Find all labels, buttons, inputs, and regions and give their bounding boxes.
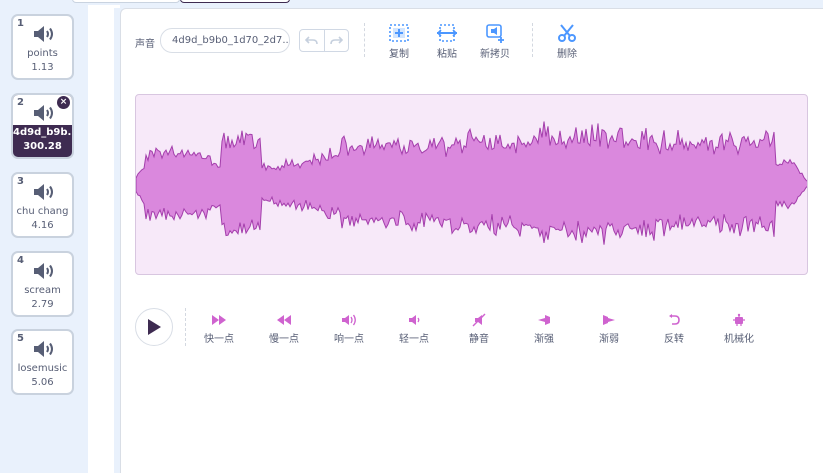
sound-name: chu chang xyxy=(16,206,69,217)
effect-louder-button[interactable]: 响一点 xyxy=(323,313,375,345)
effect-fade-out-label: 渐弱 xyxy=(599,334,619,345)
effects-divider xyxy=(185,308,186,346)
effect-faster-label: 快一点 xyxy=(204,334,234,345)
copy-label: 复制 xyxy=(389,49,409,60)
effect-fade-in-label: 渐强 xyxy=(534,334,554,345)
volume-down-icon xyxy=(409,315,420,325)
sound-tile-scream[interactable]: 4 scream 2.79 xyxy=(11,251,74,317)
effect-robot-label: 机械化 xyxy=(724,334,754,345)
effect-slower-button[interactable]: 慢一点 xyxy=(258,313,310,345)
effect-mute-button[interactable]: 静音 xyxy=(453,313,505,345)
delete-label: 删除 xyxy=(557,49,577,60)
undo-redo-group xyxy=(299,29,349,52)
speaker-icon xyxy=(34,26,53,42)
tab-strip xyxy=(0,0,823,5)
sound-index: 2 xyxy=(17,97,24,108)
copy-to-new-label: 新拷贝 xyxy=(480,49,510,60)
copy-to-new-icon xyxy=(486,24,504,43)
effect-softer-button[interactable]: 轻一点 xyxy=(388,313,440,345)
effect-fade-out-button[interactable]: 渐弱 xyxy=(583,313,635,345)
effect-slower-label: 慢一点 xyxy=(269,334,299,345)
rewind-icon xyxy=(277,315,291,325)
undo-icon xyxy=(305,35,319,44)
sound-name-label: 声音 xyxy=(135,39,155,50)
play-icon xyxy=(148,319,161,335)
sound-name: scream xyxy=(24,285,61,296)
sound-index: 4 xyxy=(17,255,24,266)
paste-label: 粘贴 xyxy=(437,49,457,60)
copy-button[interactable]: 复制 xyxy=(377,23,421,60)
scissors-icon xyxy=(558,24,576,42)
sound-duration: 4.16 xyxy=(31,220,54,231)
effect-fade-in-button[interactable]: 渐强 xyxy=(518,313,570,345)
effect-reverse-button[interactable]: 反转 xyxy=(648,313,700,345)
waveform-area[interactable] xyxy=(135,94,808,275)
sound-name: 4d9d_b9b... xyxy=(13,127,72,138)
sound-duration: 5.06 xyxy=(31,377,54,388)
volume-up-icon xyxy=(342,314,356,326)
speaker-icon xyxy=(34,184,53,200)
effect-reverse-label: 反转 xyxy=(664,334,684,345)
sound-tile-points[interactable]: 1 points 1.13 xyxy=(11,14,74,80)
sound-index: 1 xyxy=(17,18,24,29)
mute-icon xyxy=(472,313,486,327)
sound-editor: 声音 4d9d_b9b0_1d70_2d7... 复制 粘贴 新拷贝 删除 快一… xyxy=(120,8,823,473)
sound-list: 1 points 1.13 2 × 4d9d_b9b... 300.28 3 c… xyxy=(0,5,88,473)
fade-in-icon xyxy=(538,315,550,325)
paste-icon xyxy=(436,24,458,42)
fast-forward-icon xyxy=(212,315,226,325)
waveform-shape xyxy=(136,121,807,245)
sound-name-input[interactable]: 4d9d_b9b0_1d70_2d7... xyxy=(160,28,290,53)
redo-icon xyxy=(329,35,343,44)
sound-tile-selected[interactable]: 2 × 4d9d_b9b... 300.28 xyxy=(11,93,74,159)
effect-robot-button[interactable]: 机械化 xyxy=(713,313,765,345)
copy-icon xyxy=(389,24,409,42)
effect-faster-button[interactable]: 快一点 xyxy=(193,313,245,345)
redo-button[interactable] xyxy=(325,30,349,51)
waveform xyxy=(136,121,807,245)
sound-name: points xyxy=(27,48,58,59)
toolbar-divider xyxy=(532,23,533,57)
effect-softer-label: 轻一点 xyxy=(399,334,429,345)
speaker-icon xyxy=(34,105,53,121)
fade-out-icon xyxy=(603,315,615,325)
sound-duration: 300.28 xyxy=(23,141,62,152)
toolbar-divider xyxy=(364,23,365,57)
tab-edge[interactable] xyxy=(72,0,180,3)
copy-to-new-button[interactable]: 新拷贝 xyxy=(473,23,517,60)
play-button[interactable] xyxy=(135,308,173,346)
delete-button[interactable]: 删除 xyxy=(545,23,589,60)
paste-button[interactable]: 粘贴 xyxy=(425,23,469,60)
robot-icon xyxy=(733,313,745,326)
undo-button[interactable] xyxy=(300,30,325,51)
effect-louder-label: 响一点 xyxy=(334,334,364,345)
sound-name: losemusic xyxy=(17,363,68,374)
sound-duration: 2.79 xyxy=(31,299,54,310)
speaker-icon xyxy=(34,341,53,357)
delete-sound-icon[interactable]: × xyxy=(57,96,70,109)
speaker-icon xyxy=(34,263,53,279)
sound-tile-chu-chang[interactable]: 3 chu chang 4.16 xyxy=(11,172,74,238)
tab-edge-active[interactable] xyxy=(180,0,290,3)
reverse-icon xyxy=(669,314,680,325)
sound-index: 5 xyxy=(17,333,24,344)
sound-duration: 1.13 xyxy=(31,62,54,73)
panel-gap xyxy=(88,5,120,473)
sound-tile-losemusic[interactable]: 5 losemusic 5.06 xyxy=(11,329,74,395)
effect-mute-label: 静音 xyxy=(469,334,489,345)
sound-index: 3 xyxy=(17,176,24,187)
